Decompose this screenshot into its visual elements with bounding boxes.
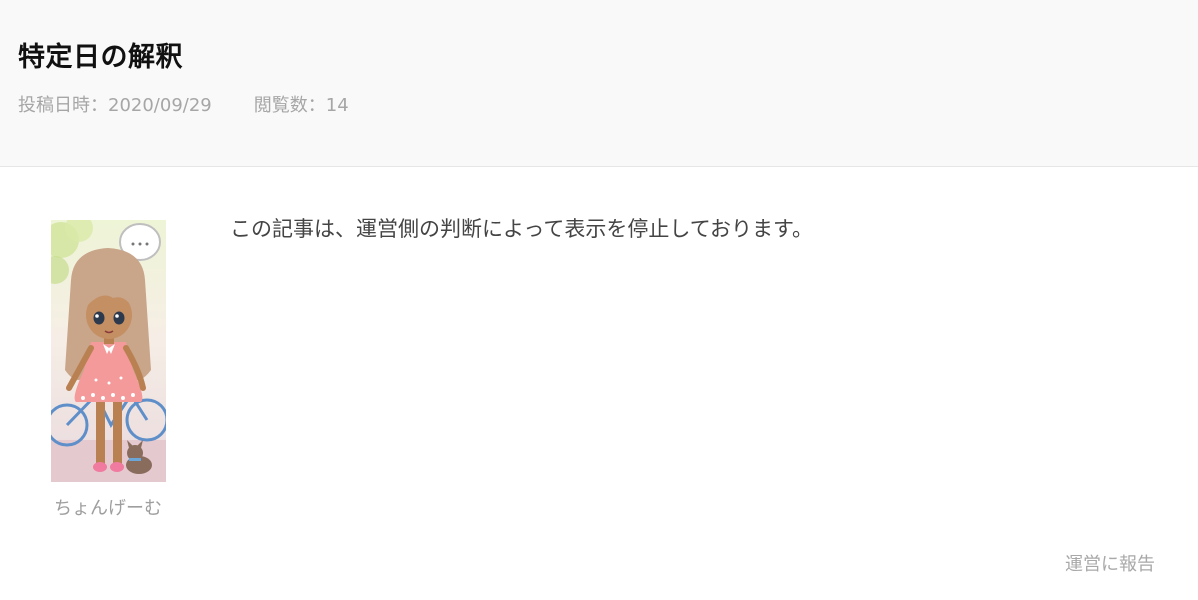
avatar[interactable] [51, 220, 166, 482]
view-count: 閲覧数：14 [253, 95, 349, 116]
article-header: 特定日の解釈 投稿日時：2020/09/29 閲覧数：14 [0, 0, 1198, 167]
article-meta: 投稿日時：2020/09/29 閲覧数：14 [18, 92, 349, 120]
article-title: 特定日の解釈 [18, 42, 183, 73]
author-name-link[interactable]: ちょんげーむ [40, 495, 176, 523]
article-body: この記事は、運営側の判断によって表示を停止しております。 [230, 217, 813, 241]
report-to-admin-link[interactable]: 運営に報告 [1065, 551, 1155, 579]
posted-date: 投稿日時：2020/09/29 [18, 95, 212, 116]
girl-avatar-illustration-icon [51, 220, 166, 482]
